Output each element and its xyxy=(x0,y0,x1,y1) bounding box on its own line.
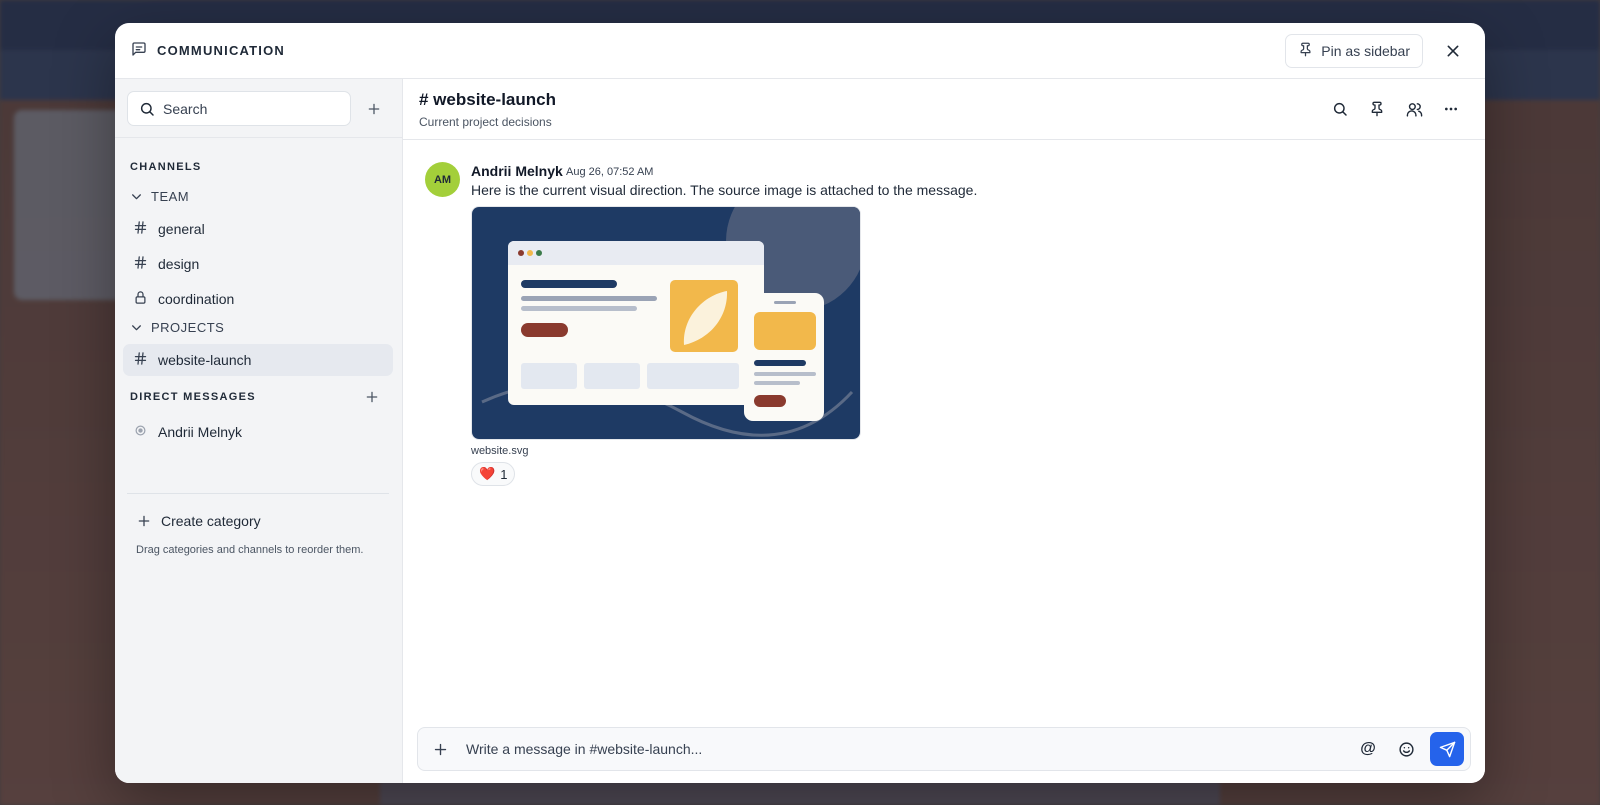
more-options-button[interactable] xyxy=(1437,95,1465,123)
channel-header: # website-launch Current project decisio… xyxy=(403,79,1485,140)
category-team[interactable]: TEAM xyxy=(130,189,189,204)
message-composer: @ xyxy=(417,727,1471,771)
sidebar-divider xyxy=(115,137,403,138)
message-text: Here is the current visual direction. Th… xyxy=(471,182,978,198)
pin-as-sidebar-label: Pin as sidebar xyxy=(1321,42,1410,59)
members-button[interactable] xyxy=(1400,95,1428,123)
search-icon xyxy=(140,102,154,116)
sidebar-item-coordination[interactable]: coordination xyxy=(123,283,393,315)
modal-title: COMMUNICATION xyxy=(131,41,285,60)
category-label: PROJECTS xyxy=(151,320,225,335)
hash-icon xyxy=(133,220,148,238)
sidebar-item-design[interactable]: design xyxy=(123,248,393,280)
category-label: TEAM xyxy=(151,189,190,204)
emoji-button[interactable] xyxy=(1390,733,1422,765)
plus-icon xyxy=(366,391,378,403)
more-horizontal-icon xyxy=(1445,107,1457,111)
mention-button[interactable]: @ xyxy=(1352,733,1384,765)
message-timestamp: Aug 26, 07:52 AM xyxy=(566,166,654,178)
message-input[interactable] xyxy=(466,741,1346,757)
reaction-count: 1 xyxy=(500,466,508,482)
chevron-down-icon xyxy=(132,194,141,200)
dm-label: Andrii Melnyk xyxy=(158,424,243,440)
sidebar-item-general[interactable]: general xyxy=(123,213,393,245)
category-projects[interactable]: PROJECTS xyxy=(130,320,224,335)
reaction-heart[interactable]: ❤️ 1 xyxy=(471,462,516,486)
pin-icon xyxy=(1298,42,1313,60)
pin-icon xyxy=(1371,101,1383,117)
channel-label: general xyxy=(158,221,205,237)
channel-title: # website-launch xyxy=(419,90,556,109)
close-button[interactable] xyxy=(1437,35,1469,67)
modal-header: COMMUNICATION Pin as sidebar xyxy=(115,23,1485,79)
plus-icon xyxy=(138,515,150,527)
search-placeholder: Search xyxy=(163,100,208,117)
channel-label: coordination xyxy=(158,291,235,307)
channel-description: Current project decisions xyxy=(419,115,552,129)
users-icon xyxy=(1406,102,1422,117)
attachment-filename[interactable]: website.svg xyxy=(471,445,528,457)
search-messages-button[interactable] xyxy=(1326,95,1354,123)
image-attachment[interactable] xyxy=(471,206,861,440)
attachment-preview-image xyxy=(472,207,860,439)
reorder-hint: Drag categories and channels to reorder … xyxy=(136,544,364,556)
add-direct-message-button[interactable] xyxy=(361,386,383,408)
close-icon xyxy=(1447,45,1459,56)
sidebar-item-website-launch[interactable]: website-launch xyxy=(123,344,393,376)
channel-sidebar: Search CHANNELS TEAM general design coor… xyxy=(115,79,403,783)
plus-icon xyxy=(368,103,380,114)
hash-icon xyxy=(133,351,148,369)
chat-bubble-icon xyxy=(131,41,147,60)
channel-label: website-launch xyxy=(158,352,252,368)
add-channel-button[interactable] xyxy=(361,96,387,122)
channel-label: design xyxy=(158,256,200,272)
send-button[interactable] xyxy=(1430,732,1464,766)
hash-icon xyxy=(133,255,148,273)
sidebar-separator xyxy=(127,493,389,494)
modal-title-text: COMMUNICATION xyxy=(157,43,286,58)
smile-icon xyxy=(1398,741,1414,757)
chevron-down-icon xyxy=(132,325,141,331)
direct-messages-label: DIRECT MESSAGES xyxy=(130,391,256,403)
create-category-button[interactable]: Create category xyxy=(137,513,261,529)
search-icon xyxy=(1333,102,1347,116)
send-icon xyxy=(1439,741,1455,757)
heart-emoji: ❤️ xyxy=(479,466,496,481)
pinned-messages-button[interactable] xyxy=(1363,95,1391,123)
avatar[interactable]: AM xyxy=(425,162,460,197)
status-dot-icon xyxy=(133,423,148,441)
channels-section-label: CHANNELS xyxy=(130,161,202,173)
at-sign-icon: @ xyxy=(1360,740,1376,757)
plus-icon xyxy=(434,743,446,755)
channel-view: # website-launch Current project decisio… xyxy=(403,79,1485,783)
search-input[interactable]: Search xyxy=(127,91,351,126)
sidebar-item-dm-andrii-melnyk[interactable]: Andrii Melnyk xyxy=(123,416,393,448)
communication-modal: COMMUNICATION Pin as sidebar Search CHAN… xyxy=(115,23,1485,783)
message-author[interactable]: Andrii Melnyk xyxy=(471,163,563,179)
create-category-label: Create category xyxy=(161,513,261,529)
lock-icon xyxy=(133,290,148,308)
pin-as-sidebar-button[interactable]: Pin as sidebar xyxy=(1285,33,1423,68)
add-attachment-button[interactable] xyxy=(428,737,452,761)
